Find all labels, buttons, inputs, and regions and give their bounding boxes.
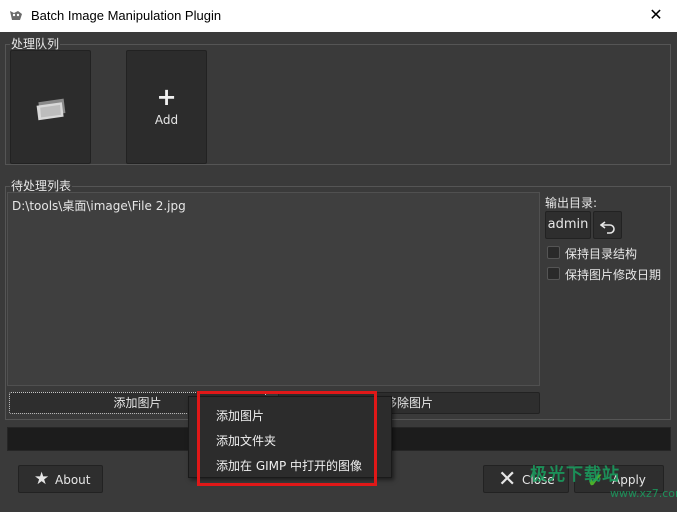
file-list[interactable]: D:\tools\桌面\image\File 2.jpg (7, 192, 540, 386)
title-bar: Batch Image Manipulation Plugin ✕ (0, 0, 677, 32)
gimp-app-icon (10, 11, 22, 20)
queue-frame (5, 44, 671, 165)
keep-date-checkbox[interactable] (547, 267, 560, 280)
watermark-logo: 极光下载站 (530, 465, 620, 485)
keep-structure-checkbox[interactable] (547, 246, 560, 259)
undo-arrow-icon (600, 221, 615, 234)
queue-item-tile[interactable] (10, 50, 91, 164)
close-x-icon: ✕ (498, 467, 517, 492)
add-plus-icon: + (156, 83, 177, 111)
list-item[interactable]: D:\tools\桌面\image\File 2.jpg (12, 197, 186, 214)
keep-structure-label: 保持目录结构 (565, 247, 638, 261)
add-images-button-label: 添加图片 (113, 396, 162, 410)
output-folder-label: 输出目录: (545, 196, 598, 210)
image-stack-icon (36, 98, 66, 121)
window-title: Batch Image Manipulation Plugin (31, 8, 222, 23)
remove-images-button-label: 移除图片 (384, 396, 433, 410)
star-icon: ★ (34, 469, 50, 489)
output-folder-button-label: admin (547, 217, 589, 232)
add-step-label: Add (154, 113, 179, 127)
reset-folder-button[interactable] (593, 211, 622, 239)
red-highlight-box (197, 391, 377, 486)
window-close-button[interactable]: ✕ (645, 4, 667, 26)
keep-date-label: 保持图片修改日期 (565, 268, 662, 282)
add-step-button[interactable]: + Add (126, 50, 207, 164)
about-button[interactable]: ★ About (18, 465, 103, 493)
about-button-label: About (55, 473, 91, 487)
output-folder-button[interactable]: admin (545, 211, 591, 239)
watermark-url: www.xz7.com (610, 487, 677, 500)
